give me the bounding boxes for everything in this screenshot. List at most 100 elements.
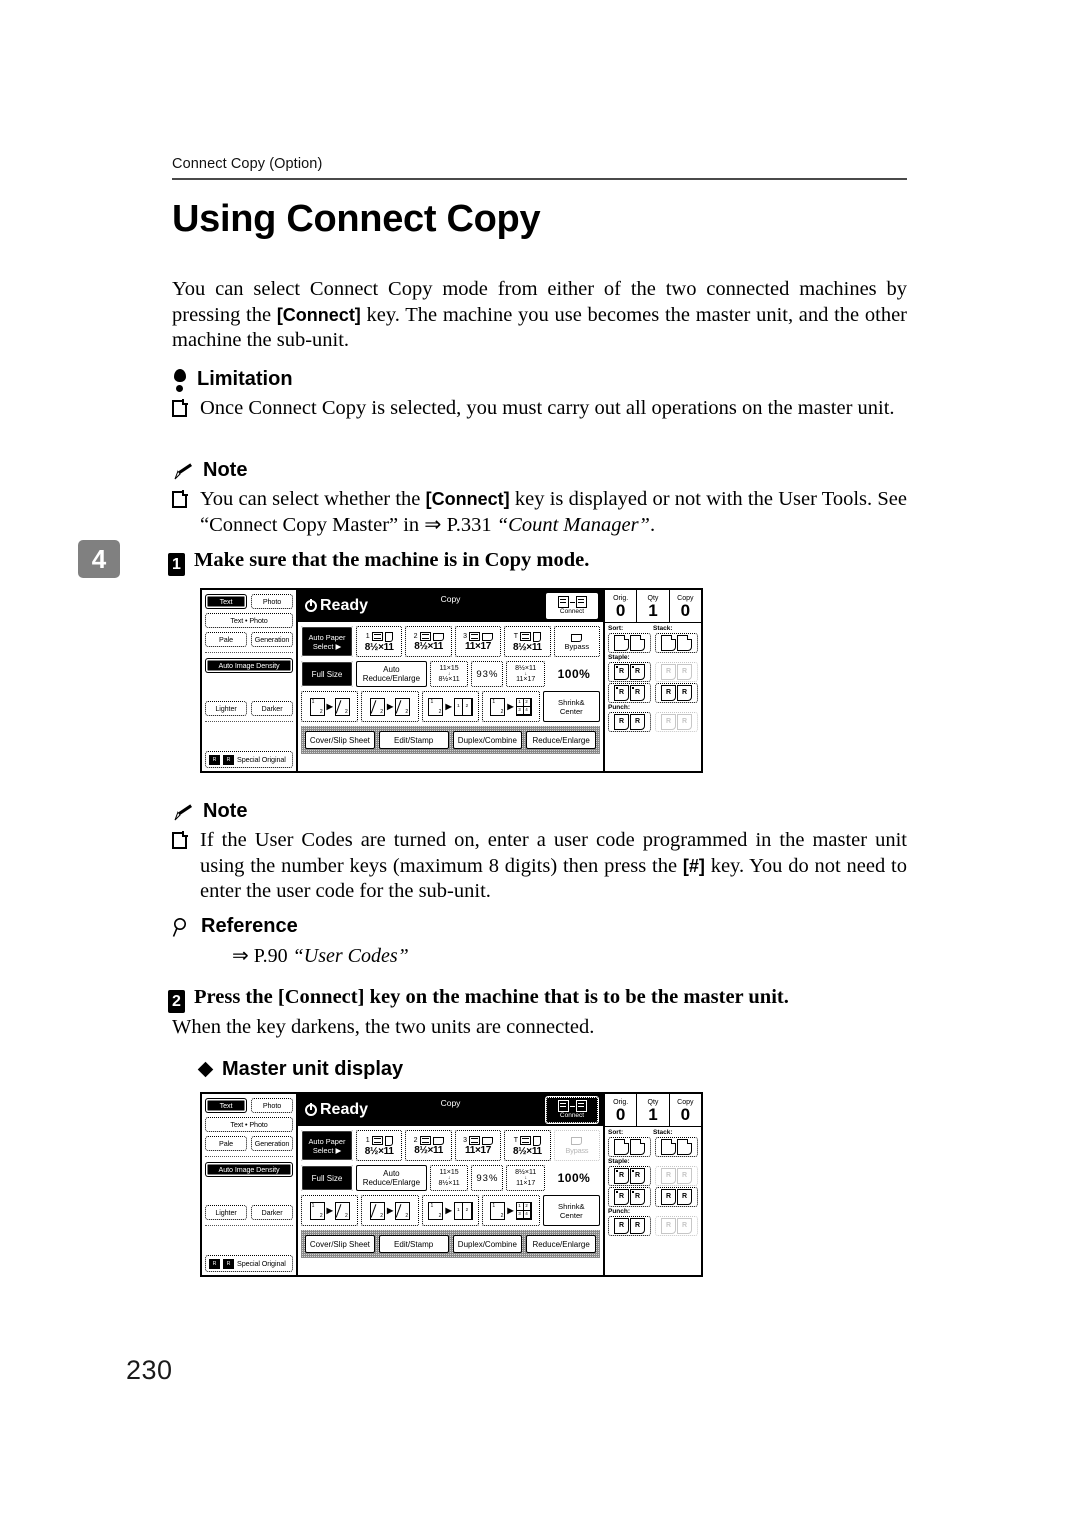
auto-reduce-enlarge-button[interactable]: Auto Reduce/Enlarge xyxy=(356,661,427,687)
ratio-93-button[interactable]: 93% xyxy=(471,1165,504,1191)
sort-button[interactable] xyxy=(608,633,651,653)
page-number: 230 xyxy=(126,1355,173,1385)
pale-button[interactable]: Pale xyxy=(205,1136,247,1151)
text-photo-button[interactable]: Text • Photo xyxy=(205,1117,293,1132)
staple-double-button[interactable]: R R xyxy=(655,683,698,703)
tray-1-button[interactable]: 1 8½×11 xyxy=(356,626,403,657)
combine-2to1-button[interactable]: 12 ▶ 12 xyxy=(421,691,480,722)
duplex-1to2-button[interactable]: 12 ▶ 2 xyxy=(301,1195,359,1226)
combine-4to1-button[interactable]: 12 ▶ 1234 xyxy=(482,691,540,722)
counter-copy-value: 0 xyxy=(680,600,691,620)
reduce-enlarge-tab[interactable]: Reduce/Enlarge xyxy=(526,731,596,749)
sort-button[interactable] xyxy=(608,1137,651,1157)
shrink-center-button[interactable]: Shrink& Center xyxy=(542,691,601,722)
tray-2-head: 2 xyxy=(414,632,444,641)
auto-image-density-button[interactable]: Auto Image Density xyxy=(205,658,293,673)
limitation-heading: Limitation xyxy=(172,368,293,392)
combine-4to1-button[interactable]: 12 ▶ 1234 xyxy=(482,1195,540,1226)
duplex-2to2-button[interactable]: 2 ▶ 2 xyxy=(361,691,419,722)
note1-text-3: . xyxy=(649,513,656,536)
ready-status: Ready xyxy=(305,597,368,615)
ratio-11x15-button[interactable]: 11×15 ↓ 8½×11 xyxy=(429,661,469,687)
connect-key-button-active[interactable]: Connect xyxy=(546,1097,598,1123)
tray-t-number: T xyxy=(513,632,519,640)
stack-button[interactable] xyxy=(655,1137,698,1157)
punch-button[interactable]: R R xyxy=(608,712,651,732)
reduce-enlarge-tab[interactable]: Reduce/Enlarge xyxy=(526,1235,596,1253)
tray-2-button[interactable]: 2 8½×11 xyxy=(405,1130,452,1161)
lighter-button[interactable]: Lighter xyxy=(205,701,247,716)
full-size-button[interactable]: Full Size xyxy=(301,1165,353,1191)
shrink-center-lines: Shrink& Center xyxy=(558,698,585,716)
bypass-button[interactable]: Bypass xyxy=(553,626,601,657)
special-original-button[interactable]: R R Special Original xyxy=(205,751,293,768)
tray-2-button[interactable]: 2 8½×11 xyxy=(405,626,452,657)
ratio-85x11-button[interactable]: 8½×11 ↓ 11×17 xyxy=(506,1165,545,1191)
text-button[interactable]: Text xyxy=(205,594,247,609)
sheet-icon: 12 xyxy=(309,1201,325,1220)
tray-1-button[interactable]: 1 8½×11 xyxy=(356,1130,403,1161)
ratio-3-stack: 8½×11 ↓ 11×17 xyxy=(515,1169,536,1188)
staple-top-left-button[interactable]: R R xyxy=(608,662,651,682)
photo-button[interactable]: Photo xyxy=(251,594,293,609)
full-size-button[interactable]: Full Size xyxy=(301,661,353,687)
ratio-1-stack: 11×15 ↓ 8½×11 xyxy=(439,665,460,684)
duplex-2to2-button[interactable]: 2 ▶ 2 xyxy=(361,1195,419,1226)
auto-paper-select-button[interactable]: Auto Paper Select ▶ xyxy=(301,1130,353,1161)
sheet-icon: 12 xyxy=(428,697,444,716)
function-tab-bar: Cover/Slip Sheet Edit/Stamp Duplex/Combi… xyxy=(301,1230,600,1258)
auto-image-density-button[interactable]: Auto Image Density xyxy=(205,1162,293,1177)
step-2-text-1: Press the xyxy=(194,986,278,1008)
staple-top-left-button[interactable]: R R xyxy=(608,1166,651,1186)
bypass-button-disabled: Bypass xyxy=(553,1130,601,1161)
staple-bottom-left-button[interactable]: R R xyxy=(608,683,651,703)
tray-t-button[interactable]: T 8½×11 xyxy=(504,626,551,657)
portrait-icon xyxy=(533,631,542,642)
duplex-1to2-button[interactable]: 12 ▶ 2 xyxy=(301,691,359,722)
ratio-3-bottom: 11×17 xyxy=(516,675,536,683)
ratio-11x15-button[interactable]: 11×15 ↓ 8½×11 xyxy=(429,1165,469,1191)
paper-stack-icon xyxy=(371,1136,383,1145)
copier-lcd-panel-1[interactable]: Text Photo Text • Photo Pale Generation … xyxy=(200,588,703,773)
note-item-1-text: You can select whether the [Connect] key… xyxy=(200,487,907,538)
auto-paper-select-button[interactable]: Auto Paper Select ▶ xyxy=(301,626,353,657)
paper-stack-icon xyxy=(371,632,383,641)
connect-key-button[interactable]: Connect xyxy=(546,593,598,619)
edit-stamp-tab[interactable]: Edit/Stamp xyxy=(378,731,449,749)
auto-reduce-enlarge-button[interactable]: Auto Reduce/Enlarge xyxy=(356,1165,427,1191)
ratio-93-button[interactable]: 93% xyxy=(471,661,504,687)
text-button[interactable]: Text xyxy=(205,1098,247,1113)
cover-slip-sheet-tab[interactable]: Cover/Slip Sheet xyxy=(305,1235,375,1253)
cover-slip-sheet-tab[interactable]: Cover/Slip Sheet xyxy=(305,731,375,749)
edit-stamp-tab[interactable]: Edit/Stamp xyxy=(378,1235,449,1253)
image-type-row: Text Photo xyxy=(205,1098,293,1113)
copier-lcd-panel-2[interactable]: Text Photo Text • Photo Pale Generation … xyxy=(200,1092,703,1277)
staple-bottom-left-button[interactable]: R R xyxy=(608,1187,651,1207)
duplex-combine-tab[interactable]: Duplex/Combine xyxy=(452,731,523,749)
lighter-button[interactable]: Lighter xyxy=(205,1205,247,1220)
reference-line: ⇒ P.90 “User Codes” xyxy=(232,943,409,968)
tray-3-button[interactable]: 3 11×17 xyxy=(454,1130,502,1161)
photo-button[interactable]: Photo xyxy=(251,1098,293,1113)
duplex-combine-tab[interactable]: Duplex/Combine xyxy=(452,1235,523,1253)
darker-button[interactable]: Darker xyxy=(251,1205,293,1220)
special-original-button[interactable]: R R Special Original xyxy=(205,1255,293,1272)
generation-button[interactable]: Generation xyxy=(251,632,293,647)
generation-button[interactable]: Generation xyxy=(251,1136,293,1151)
punch-button[interactable]: R R xyxy=(608,1216,651,1236)
tray-3-button[interactable]: 3 11×17 xyxy=(454,626,502,657)
note-heading-label-1: Note xyxy=(203,459,248,481)
shrink-center-button[interactable]: Shrink& Center xyxy=(542,1195,601,1226)
stack-button[interactable] xyxy=(655,633,698,653)
text-photo-button[interactable]: Text • Photo xyxy=(205,613,293,628)
connect-key-label: Connect xyxy=(559,1112,585,1120)
tray-t-number: T xyxy=(513,1136,519,1144)
ratio-85x11-button[interactable]: 8½×11 ↓ 11×17 xyxy=(506,661,545,687)
combine-2to1-button[interactable]: 12 ▶ 12 xyxy=(421,1195,480,1226)
darker-button[interactable]: Darker xyxy=(251,701,293,716)
pale-button[interactable]: Pale xyxy=(205,632,247,647)
tray-t-button[interactable]: T 8½×11 xyxy=(504,1130,551,1161)
shrink-line1: Shrink& xyxy=(558,697,585,707)
staple-double-button[interactable]: R R xyxy=(655,1187,698,1207)
page-icon: R xyxy=(677,1189,692,1205)
